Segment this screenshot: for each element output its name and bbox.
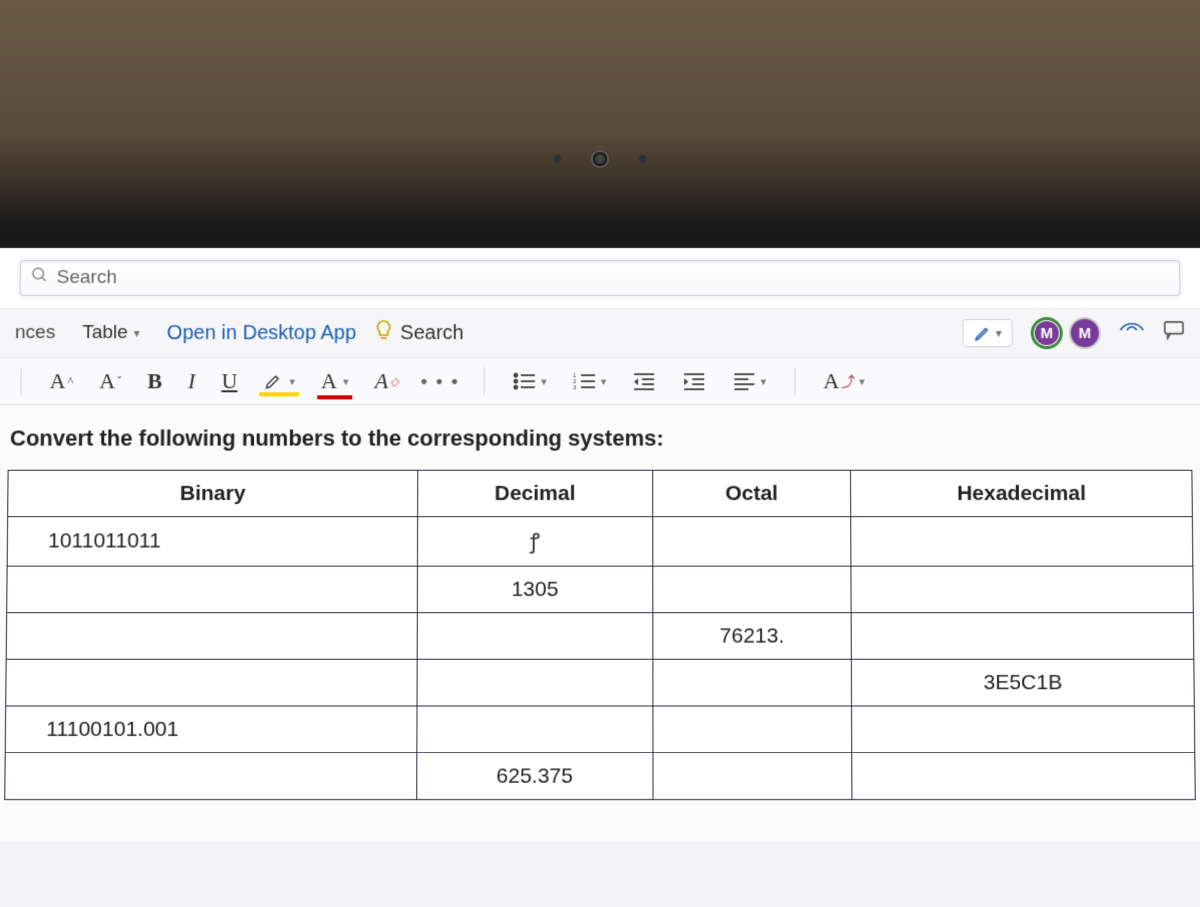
search-input[interactable]: Search [19, 260, 1180, 296]
font-color-button[interactable]: A ▾ [317, 366, 353, 396]
chevron-down-icon: ▾ [859, 375, 865, 388]
clear-formatting-button[interactable]: A◇ [371, 366, 403, 396]
cell-decimal[interactable] [417, 659, 653, 706]
cell-hex[interactable] [852, 706, 1195, 753]
col-binary: Binary [8, 470, 418, 516]
search-placeholder: Search [57, 267, 117, 289]
cell-binary[interactable] [6, 613, 417, 660]
highlighter-icon [263, 371, 283, 391]
chevron-down-icon: ▾ [290, 375, 296, 388]
cell-decimal[interactable]: 625.375 [417, 753, 653, 800]
cell-octal[interactable] [652, 566, 851, 613]
cell-hex[interactable]: 3E5C1B [852, 659, 1195, 706]
chevron-down-icon: ▾ [996, 326, 1002, 340]
presence-avatars: M M [1031, 317, 1101, 349]
table-row[interactable]: 1011011011 ꝭ [7, 517, 1193, 566]
ribbon-formatting-row: A^ Aˇ B I U ▾ A ▾ A◇ • • • ▾ 123 ▾ [0, 358, 1200, 405]
document-body[interactable]: Convert the following numbers to the cor… [0, 405, 1200, 841]
font-color-letter: A [321, 368, 337, 394]
lightbulb-icon [374, 319, 392, 347]
cell-binary[interactable]: 11100101.001 [5, 706, 417, 753]
document-heading: Convert the following numbers to the cor… [10, 425, 1192, 451]
cell-binary[interactable] [7, 566, 418, 613]
avatar-initial: M [1078, 325, 1091, 342]
tell-me-search[interactable]: Search [374, 319, 464, 347]
shrink-font-button[interactable]: Aˇ [95, 366, 125, 396]
cell-decimal[interactable]: ꝭ [417, 517, 652, 566]
underline-button[interactable]: U [217, 366, 241, 396]
chevron-down-icon: ▾ [343, 375, 349, 388]
numbered-list-button[interactable]: 123 ▾ [569, 369, 611, 393]
search-bar-container: Search [0, 248, 1200, 309]
bullet-list-button[interactable]: ▾ [509, 369, 551, 393]
table-row[interactable]: 1305 [7, 566, 1194, 613]
avatar-initial: M [1035, 321, 1059, 345]
cell-octal[interactable] [653, 659, 852, 706]
avatar-user-1[interactable]: M [1031, 317, 1063, 349]
cell-hex[interactable] [851, 517, 1193, 566]
cell-binary[interactable]: 1011011011 [7, 517, 417, 566]
tab-references-partial[interactable]: nces [15, 322, 55, 344]
cell-octal[interactable]: 76213. [652, 613, 851, 660]
cell-hex[interactable] [851, 566, 1193, 613]
cell-decimal[interactable] [417, 613, 652, 660]
tab-table-label: Table [82, 322, 128, 344]
table-row[interactable]: 76213. [6, 613, 1194, 660]
styles-button[interactable]: A⤴ ▾ [819, 366, 869, 396]
italic-button[interactable]: I [184, 366, 200, 396]
chevron-down-icon: ▾ [601, 375, 607, 388]
table-row[interactable]: 11100101.001 [5, 706, 1195, 753]
search-icon [31, 266, 49, 290]
align-button[interactable]: ▾ [728, 369, 770, 393]
editing-mode-dropdown[interactable]: ▾ [962, 319, 1012, 347]
cell-decimal[interactable]: 1305 [417, 566, 652, 613]
col-hex: Hexadecimal [851, 470, 1193, 516]
bold-button[interactable]: B [143, 366, 166, 396]
cell-binary[interactable] [5, 753, 417, 800]
cell-octal[interactable] [653, 706, 852, 753]
highlight-button[interactable]: ▾ [259, 369, 299, 393]
grow-font-button[interactable]: A^ [45, 366, 77, 396]
cell-binary[interactable] [6, 659, 417, 706]
cell-octal[interactable] [653, 753, 853, 800]
laptop-webcam [553, 150, 647, 168]
increase-indent-button[interactable] [678, 369, 710, 393]
tell-me-label: Search [400, 322, 464, 345]
chevron-down-icon: ▾ [761, 375, 767, 388]
text-cursor: ꝭ [530, 530, 540, 553]
chevron-down-icon: ▾ [134, 326, 140, 340]
avatar-user-2[interactable]: M [1069, 317, 1101, 349]
table-row[interactable]: 625.375 [5, 753, 1196, 800]
chevron-down-icon: ▾ [541, 375, 547, 388]
ribbon-tabs-row: nces Table ▾ Open in Desktop App Search … [0, 309, 1200, 358]
catch-up-button[interactable] [1119, 320, 1145, 346]
decrease-indent-button[interactable] [628, 369, 660, 393]
cell-octal[interactable] [652, 517, 851, 566]
conversion-table[interactable]: Binary Decimal Octal Hexadecimal 1011011… [4, 470, 1196, 800]
col-decimal: Decimal [418, 470, 653, 516]
table-row[interactable]: 3E5C1B [6, 659, 1195, 706]
laptop-screen: Search nces Table ▾ Open in Desktop App … [0, 240, 1200, 907]
comments-button[interactable] [1163, 320, 1185, 346]
table-header-row: Binary Decimal Octal Hexadecimal [8, 470, 1193, 516]
svg-text:3: 3 [573, 385, 577, 391]
cell-decimal[interactable] [417, 706, 653, 753]
cell-hex[interactable] [852, 753, 1195, 800]
tab-table[interactable]: Table ▾ [73, 317, 149, 349]
pen-icon [974, 324, 992, 342]
open-in-desktop-button[interactable]: Open in Desktop App [167, 322, 356, 345]
cell-hex[interactable] [851, 613, 1193, 660]
col-octal: Octal [652, 470, 851, 516]
more-options-button[interactable]: • • • [421, 371, 460, 392]
